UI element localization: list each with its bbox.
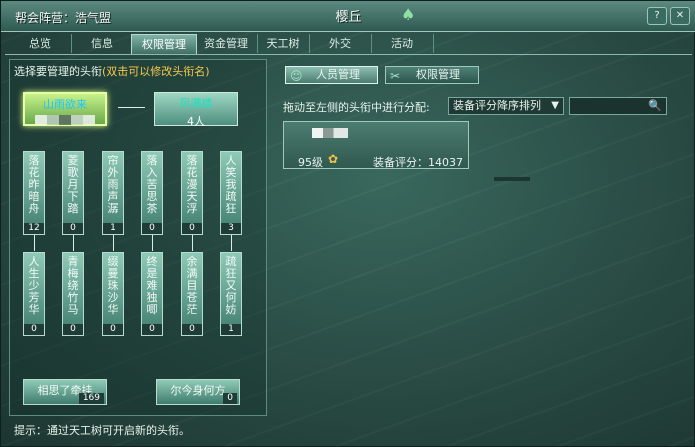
rank-name: 人笑我疏狂	[225, 154, 237, 215]
rank-count: 0	[182, 324, 202, 335]
rank-count: 0	[103, 324, 123, 335]
title-bar: 帮会阵营：浩气盟 樱丘 ♠ ? ✕	[1, 1, 695, 32]
rank-name: 落入苦思茶	[146, 154, 158, 215]
scene-decoration	[494, 177, 530, 181]
rank-connector	[73, 235, 74, 251]
rank-name: 青梅绕竹马	[67, 255, 79, 316]
rank-count: 1	[103, 223, 123, 234]
rank-item[interactable]: 终是难独唧 0	[141, 252, 163, 336]
hint-text: 提示：通过天工树可开启新的头衔。	[14, 424, 190, 437]
tab-activities[interactable]: 活动	[371, 34, 434, 53]
rank-instruction: 选择要管理的头衔(双击可以修改头衔名)	[14, 63, 210, 79]
rank-item[interactable]: 余满目苍茫 0	[181, 252, 203, 336]
rank-count: 0	[182, 223, 202, 234]
rank-item[interactable]: 人笑我疏狂 3	[220, 151, 242, 235]
rank-count: 0	[24, 324, 44, 335]
tools-icon: ✂	[390, 69, 401, 83]
search-icon[interactable]: 🔍	[648, 99, 662, 112]
rank-vice-count: 4人	[187, 115, 205, 128]
sort-selected: 装备评分降序排列	[453, 99, 541, 112]
rank-item[interactable]: 尔今身何方 0	[156, 379, 240, 405]
subtab-member-management[interactable]: ☺ 人员管理	[285, 66, 378, 84]
rank-name: 缀曼珠沙华	[107, 255, 119, 316]
rank-connector	[118, 107, 145, 108]
rank-count: 0	[63, 324, 83, 335]
tab-overview[interactable]: 总览	[9, 34, 72, 53]
rank-count: 12	[24, 223, 44, 234]
rank-connector	[231, 235, 232, 251]
rank-item[interactable]: 落入苦思茶 0	[141, 151, 163, 235]
tab-tech-tree[interactable]: 天工树	[257, 34, 310, 53]
rank-connector	[34, 235, 35, 251]
people-icon: ☺	[290, 69, 303, 83]
rank-leader-name: 山雨欲来	[43, 98, 87, 111]
rank-item[interactable]: 菱歌月下踏 0	[62, 151, 84, 235]
subtab-label: 权限管理	[416, 68, 460, 81]
rank-name: 落花漫天浮	[186, 154, 198, 215]
rank-item[interactable]: 落花漫天浮 0	[181, 151, 203, 235]
rank-count: 169	[78, 393, 104, 404]
rank-name: 疏狂又何妨	[225, 255, 237, 316]
rank-name: 余满目苍茫	[186, 255, 198, 316]
rank-name: 帘外雨声潺	[107, 154, 119, 215]
rank-leader[interactable]: 山雨欲来	[23, 92, 107, 126]
rank-item[interactable]: 青梅绕竹马 0	[62, 252, 84, 336]
tab-diplomacy[interactable]: 外交	[309, 34, 372, 53]
rank-vice[interactable]: 风满楼 4人	[154, 92, 238, 128]
rank-connector	[152, 235, 153, 251]
rank-name: 落花昨暗舟	[28, 154, 40, 215]
rank-item[interactable]: 疏狂又何妨 1	[220, 252, 242, 336]
rank-item[interactable]: 人生少芳华 0	[23, 252, 45, 336]
instruction-text: 选择要管理的头衔	[14, 65, 102, 78]
member-score: 装备评分：14037	[373, 154, 463, 170]
main-tab-bar: 总览 信息 权限管理 资金管理 天工树 外交 活动	[5, 34, 692, 55]
rank-item[interactable]: 相思了牵挂 169	[23, 379, 107, 405]
rank-item[interactable]: 缀曼珠沙华 0	[102, 252, 124, 336]
rank-count: 3	[221, 223, 241, 234]
search-input[interactable]: 🔍	[569, 97, 667, 115]
window-title: 樱丘	[335, 10, 362, 25]
assign-label: 拖动至左侧的头衔中进行分配:	[283, 101, 430, 114]
leader-member-name	[35, 115, 95, 125]
member-card[interactable]: 95级 ✿ 装备评分：14037	[283, 121, 469, 169]
rank-item[interactable]: 帘外雨声潺 1	[102, 151, 124, 235]
member-name	[312, 128, 348, 138]
rank-connector	[113, 235, 114, 251]
sort-dropdown[interactable]: 装备评分降序排列 ▼	[448, 97, 564, 115]
rank-count: 0	[63, 223, 83, 234]
rank-vice-name: 风满楼	[179, 97, 213, 110]
rank-item[interactable]: 落花昨暗舟 12	[23, 151, 45, 235]
rank-count: 0	[142, 223, 162, 234]
tab-funds[interactable]: 资金管理	[195, 34, 258, 53]
score-value: 14037	[428, 156, 463, 169]
member-level: 95级	[298, 156, 323, 169]
score-label: 装备评分：	[373, 156, 428, 169]
tab-info[interactable]: 信息	[71, 34, 134, 53]
class-icon: ✿	[328, 152, 339, 166]
tab-permissions[interactable]: 权限管理	[131, 34, 197, 54]
rank-name: 菱歌月下踏	[67, 154, 79, 215]
rank-count: 1	[221, 324, 241, 335]
rank-count: 0	[142, 324, 162, 335]
instruction-highlight: (双击可以修改头衔名)	[102, 65, 210, 78]
guild-window: 帮会阵营：浩气盟 樱丘 ♠ ? ✕ 总览 信息 权限管理 资金管理 天工树 外交…	[0, 0, 695, 447]
rank-count: 0	[223, 393, 237, 404]
help-button[interactable]: ?	[647, 7, 667, 25]
chevron-down-icon: ▼	[551, 100, 559, 111]
rank-connector	[192, 235, 193, 251]
subtab-label: 人员管理	[316, 68, 360, 81]
rank-name: 人生少芳华	[28, 255, 40, 316]
rank-name: 终是难独唧	[146, 255, 158, 316]
subtab-permission-management[interactable]: ✂ 权限管理	[385, 66, 479, 84]
close-button[interactable]: ✕	[670, 7, 690, 25]
guild-emblem-icon: ♠	[401, 5, 416, 24]
